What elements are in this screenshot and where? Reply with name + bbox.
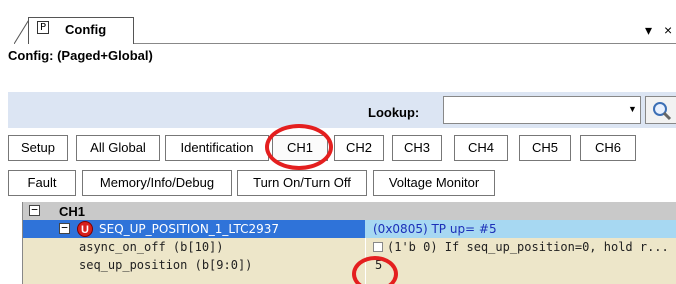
lookup-search-button[interactable] <box>645 96 676 124</box>
close-icon[interactable]: × <box>664 22 672 38</box>
tab-config-label: Config <box>65 22 107 37</box>
turn-on-off-button[interactable]: Turn On/Turn Off <box>237 170 367 196</box>
panel-tabstrip: P Config ▾ × <box>0 0 676 44</box>
config-title: Config: (Paged+Global) <box>8 48 153 63</box>
ch6-button[interactable]: CH6 <box>580 135 636 161</box>
memory-info-debug-button[interactable]: Memory/Info/Debug <box>82 170 232 196</box>
pin-dropdown-icon[interactable]: ▾ <box>645 22 652 39</box>
ch5-button[interactable]: CH5 <box>519 135 571 161</box>
param-row[interactable]: async_on_off (b[10]) (1'b 0) If seq_up_p… <box>23 238 676 256</box>
search-icon <box>653 102 672 121</box>
tab-underline <box>134 43 676 44</box>
ch4-button[interactable]: CH4 <box>454 135 508 161</box>
param-row-partial <box>23 274 676 284</box>
tab-config[interactable]: P Config <box>28 17 134 44</box>
voltage-monitor-button[interactable]: Voltage Monitor <box>373 170 495 196</box>
param-name: async_on_off (b[10]) <box>79 240 224 254</box>
param-value: (1'b 0) If seq_up_position=0, hold r... <box>387 240 669 254</box>
lookup-label: Lookup: <box>368 105 420 120</box>
lookup-dropdown-icon[interactable]: ▼ <box>628 104 637 114</box>
register-name: SEQ_UP_POSITION_1_LTC2937 <box>99 222 280 236</box>
tree-group-row[interactable]: − CH1 <box>23 202 676 220</box>
ch3-button[interactable]: CH3 <box>392 135 442 161</box>
register-tree-grid: − CH1 − U SEQ_UP_POSITION_1_LTC2937 (0x0… <box>22 202 676 284</box>
collapse-icon[interactable]: − <box>59 222 70 234</box>
column-divider <box>365 238 366 284</box>
identification-button[interactable]: Identification <box>165 135 269 161</box>
param-name: seq_up_position (b[9:0]) <box>79 258 253 272</box>
page-icon: P <box>37 21 49 34</box>
register-row[interactable]: − U SEQ_UP_POSITION_1_LTC2937 (0x0805) T… <box>23 220 676 238</box>
collapse-icon[interactable]: − <box>29 204 40 216</box>
param-checkbox[interactable] <box>373 242 383 252</box>
all-global-button[interactable]: All Global <box>76 135 160 161</box>
register-status-icon: U <box>77 221 93 237</box>
tree-group-label: CH1 <box>59 204 86 219</box>
setup-button[interactable]: Setup <box>8 135 68 161</box>
param-value[interactable]: 5 <box>375 258 675 272</box>
param-row[interactable]: seq_up_position (b[9:0]) 5 <box>23 256 676 274</box>
ch1-button[interactable]: CH1 <box>272 135 328 161</box>
lookup-input[interactable] <box>443 96 641 124</box>
fault-button[interactable]: Fault <box>8 170 76 196</box>
ch2-button[interactable]: CH2 <box>334 135 384 161</box>
register-value: (0x0805) TP up= #5 <box>373 222 497 236</box>
